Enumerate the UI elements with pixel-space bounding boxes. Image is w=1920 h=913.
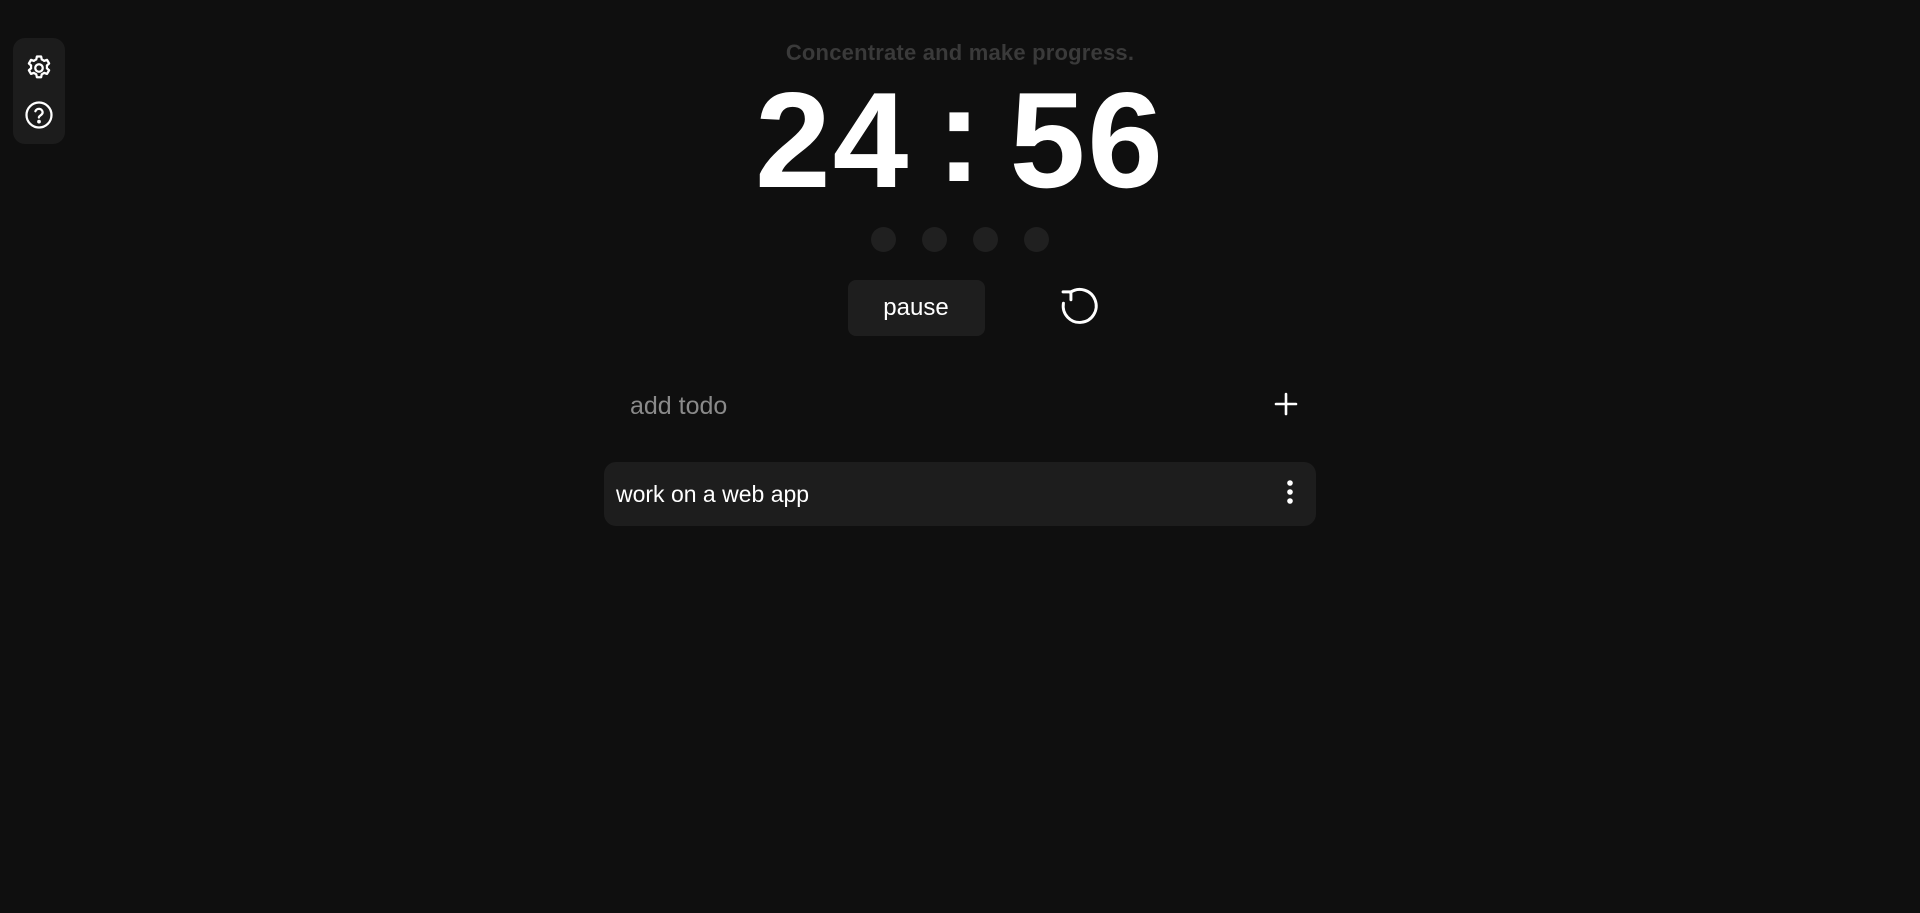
session-dot: [922, 227, 947, 252]
todo-menu-button[interactable]: [1278, 476, 1302, 512]
session-dots: [871, 227, 1049, 252]
timer-seconds: 56: [1009, 64, 1165, 216]
timer-minutes: 24: [755, 64, 911, 216]
timer-separator: :: [936, 58, 984, 210]
session-dot: [871, 227, 896, 252]
timer-controls: pause: [847, 280, 1103, 336]
timer-display: 24 : 56: [755, 66, 1165, 208]
todo-item[interactable]: work on a web app: [604, 462, 1316, 526]
reset-icon: [1057, 284, 1101, 333]
pomodoro-app: Concentrate and make progress. 24 : 56 p…: [0, 0, 1920, 913]
session-dot: [973, 227, 998, 252]
add-todo-button[interactable]: [1268, 388, 1304, 424]
main-content: Concentrate and make progress. 24 : 56 p…: [0, 0, 1920, 526]
session-dot: [1024, 227, 1049, 252]
pause-button[interactable]: pause: [847, 280, 985, 336]
add-todo-input[interactable]: [628, 390, 1232, 422]
plus-icon: [1274, 392, 1298, 421]
todo-text: work on a web app: [616, 480, 810, 507]
todo-list: work on a web app: [604, 462, 1316, 526]
reset-button[interactable]: [1055, 284, 1103, 332]
more-vertical-icon: [1286, 479, 1294, 510]
add-todo-row: [604, 378, 1316, 434]
